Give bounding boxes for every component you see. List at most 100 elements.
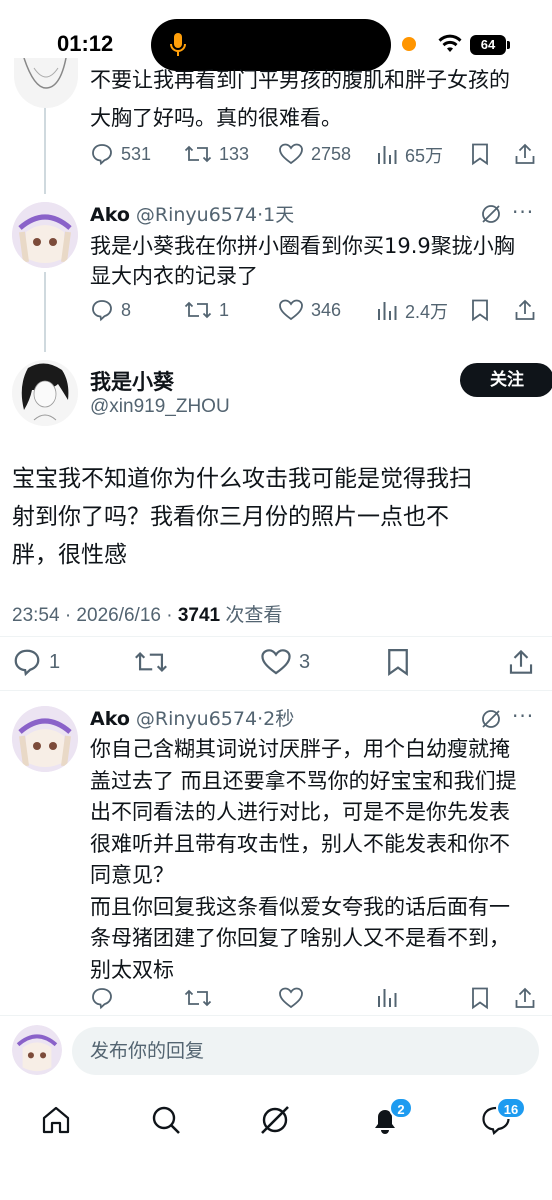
tweet-text-line: 射到你了吗？我看你三月份的照片一点也不 <box>12 504 449 530</box>
views-button[interactable]: 65万 <box>376 142 443 168</box>
like-button[interactable] <box>278 986 304 1010</box>
user-handle[interactable]: @xin919_ZHOU <box>90 396 230 418</box>
retweet-button[interactable]: 133 <box>184 142 249 166</box>
reply-input[interactable]: 发布你的回复 <box>72 1027 539 1075</box>
heart-icon <box>279 987 303 1009</box>
microphone-icon <box>170 33 186 56</box>
tweet-text-line: 而且你回复我这条看似爱女夸我的话后面有一 <box>90 894 510 919</box>
views-label: 次查看 <box>220 605 283 626</box>
more-options-button[interactable]: ··· <box>512 704 534 728</box>
like-button[interactable]: 3 <box>260 647 310 677</box>
home-icon[interactable] <box>40 1104 72 1136</box>
retweet-button[interactable] <box>134 647 168 677</box>
like-count: 3 <box>299 650 311 673</box>
reply-icon <box>14 649 40 677</box>
tweet-text-line: 条母猪团建了你回复了啥别人又不是看不到， <box>90 926 510 950</box>
battery-tip <box>507 41 510 49</box>
grok-icon[interactable] <box>480 708 502 730</box>
retweet-icon <box>135 651 167 673</box>
like-button[interactable]: 2758 <box>278 142 351 166</box>
messages-badge: 16 <box>496 1097 526 1119</box>
retweet-icon <box>184 989 212 1007</box>
like-count: 2758 <box>311 143 352 164</box>
grok-icon[interactable] <box>480 203 502 225</box>
heart-icon <box>279 143 303 165</box>
views-button[interactable] <box>376 986 398 1010</box>
bookmark-button[interactable] <box>470 298 490 322</box>
reply-button[interactable]: 8 <box>90 298 131 322</box>
tweet-text: 大胸了好吗。真的很难看。 <box>90 106 342 130</box>
reply-button[interactable] <box>90 986 114 1010</box>
share-button[interactable] <box>514 986 536 1010</box>
reply-count: 1 <box>49 650 61 673</box>
user-handle[interactable]: @Rinyu6574 <box>136 708 257 730</box>
tweet-text: 宝宝我不知道你为什么攻击我可能是觉得我扫 射到你了吗？我看你三月份的照片一点也不… <box>12 460 532 574</box>
tweet-text-line: 你自己含糊其词说讨厌胖子，用个白幼瘦就掩 <box>90 737 510 761</box>
bookmark-button[interactable] <box>470 142 490 166</box>
display-name[interactable]: Ako <box>90 204 130 226</box>
share-icon <box>515 143 535 164</box>
my-avatar[interactable] <box>12 1025 62 1075</box>
display-name[interactable]: 我是小葵 <box>90 366 174 396</box>
reply-button[interactable]: 531 <box>90 142 151 166</box>
tweet-text-line: 同意见？ <box>90 863 174 887</box>
avatar[interactable] <box>12 202 78 268</box>
notifications-badge: 2 <box>389 1097 413 1119</box>
tweet-text-line: 胖，很性感 <box>12 542 127 568</box>
views-icon <box>378 302 397 320</box>
share-button[interactable] <box>514 142 536 166</box>
share-button[interactable] <box>514 298 536 322</box>
views-icon <box>378 989 397 1007</box>
avatar[interactable] <box>12 706 78 772</box>
bookmark-icon <box>472 987 488 1010</box>
retweet-icon <box>184 301 212 319</box>
tweet-time: 1天 <box>263 204 295 226</box>
tweet-text: 你自己含糊其词说讨厌胖子，用个白幼瘦就掩 盖过去了 而且还要拿不骂你的好宝宝和我… <box>90 734 540 986</box>
tweet-text: 我是小葵我在你拼小圈看到你买19.9聚拢小胸 <box>90 234 515 258</box>
status-time: 01:12 <box>57 31 114 56</box>
views-count[interactable]: 3741 <box>178 605 220 626</box>
tweet-text-line: 很难听并且带有攻击性，别人不能发表和你不 <box>90 831 510 856</box>
tweet-actions: 531 133 2758 65万 <box>90 142 540 172</box>
retweet-icon <box>184 145 212 163</box>
tweet-actions: 8 1 346 2.4万 <box>90 298 540 328</box>
avatar[interactable] <box>14 58 78 108</box>
retweet-button[interactable] <box>184 986 212 1010</box>
divider <box>0 636 552 637</box>
share-icon <box>515 299 535 320</box>
more-options-button[interactable]: ··· <box>512 200 534 224</box>
avatar[interactable] <box>12 360 78 426</box>
share-icon <box>515 987 535 1008</box>
tweet-time: 2秒 <box>263 708 295 730</box>
reply-icon <box>92 300 112 322</box>
tweet-actions: 1 3 <box>12 647 542 677</box>
tweet-actions <box>90 986 540 1016</box>
battery-indicator: 64 <box>470 35 506 55</box>
display-name[interactable]: Ako <box>90 708 130 730</box>
reply-count: 8 <box>121 299 132 320</box>
tweet-header: Ako @Rinyu6574·2秒 <box>90 704 294 731</box>
views-button[interactable]: 2.4万 <box>376 298 448 324</box>
tweet-text-line: 盖过去了 而且还要拿不骂你的好宝宝和我们提 <box>90 768 517 793</box>
follow-button[interactable]: 关注 <box>460 363 552 397</box>
retweet-count: 1 <box>219 299 230 320</box>
views-count: 65万 <box>405 146 444 166</box>
user-handle[interactable]: @Rinyu6574 <box>136 204 257 226</box>
heart-icon <box>261 649 291 675</box>
tweet-header: Ako @Rinyu6574·1天 <box>90 200 294 227</box>
like-count: 346 <box>311 299 342 320</box>
retweet-button[interactable]: 1 <box>184 298 229 322</box>
reply-button[interactable]: 1 <box>12 647 60 677</box>
like-button[interactable]: 346 <box>278 298 341 322</box>
grok-icon[interactable] <box>258 1104 292 1136</box>
tweet-meta: 23:54 · 2026/6/16 · 3741 次查看 <box>12 600 282 627</box>
views-count: 2.4万 <box>405 302 449 322</box>
retweet-count: 133 <box>219 143 250 164</box>
share-button[interactable] <box>508 647 534 677</box>
bookmark-button[interactable] <box>385 647 411 677</box>
search-icon[interactable] <box>150 1104 182 1136</box>
bookmark-button[interactable] <box>470 986 490 1010</box>
bookmark-icon <box>472 143 488 166</box>
bookmark-icon <box>388 649 408 677</box>
heart-icon <box>279 299 303 321</box>
